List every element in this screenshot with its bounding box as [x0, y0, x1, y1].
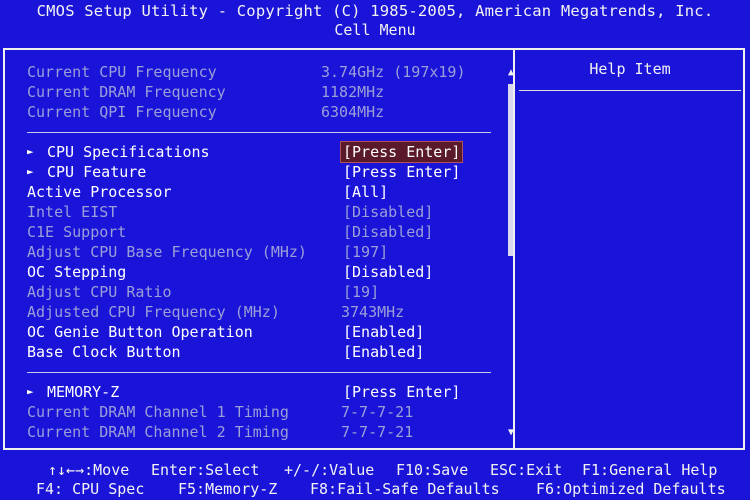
key-hint-f6-optimized-defaults: F6:Optimized Defaults	[536, 480, 726, 498]
setting-row-adjust-cpu-ratio: Adjust CPU Ratio [19]	[27, 282, 497, 302]
setting-label: Active Processor	[27, 183, 172, 201]
setting-label: CPU Feature	[47, 163, 147, 181]
title-bar: CMOS Setup Utility - Copyright (C) 1985-…	[0, 0, 750, 41]
setting-value[interactable]: [Enabled]	[343, 322, 424, 342]
help-panel: Help Item	[517, 50, 743, 448]
setting-value: 7-7-7-21	[341, 423, 414, 441]
setting-row-oc-stepping[interactable]: OC Stepping [Disabled]	[27, 262, 497, 282]
key-hint-f5-memory-z: F5:Memory-Z	[178, 480, 278, 498]
setting-row-current-dram-channel-2-timing: Current DRAM Channel 2 Timing 7-7-7-21	[27, 422, 497, 442]
key-hint-enter-select: Enter:Select	[151, 461, 260, 479]
key-hint-move: ↑↓←→:Move	[48, 461, 130, 479]
scroll-up-arrow-icon[interactable]: ▲	[504, 66, 518, 80]
setting-row-cpu-specifications[interactable]: ► CPU Specifications [Press Enter]	[27, 141, 497, 163]
submenu-arrow-icon: ►	[27, 165, 34, 178]
setting-value[interactable]: [All]	[343, 182, 388, 202]
setting-label: Current DRAM Frequency	[27, 83, 226, 101]
setting-label: Current CPU Frequency	[27, 63, 217, 81]
setting-value: [Disabled]	[343, 223, 434, 241]
help-item-title: Help Item	[589, 60, 671, 78]
setting-row-active-processor[interactable]: Active Processor [All]	[27, 182, 497, 202]
submenu-arrow-icon: ►	[27, 385, 34, 398]
help-divider	[519, 90, 741, 91]
setting-label: Adjust CPU Ratio	[27, 283, 172, 301]
info-row-current-qpi-frequency: Current QPI Frequency 6304MHz	[27, 102, 497, 122]
setting-value: 3743MHz	[341, 303, 405, 321]
scroll-down-arrow-icon[interactable]: ▼	[504, 426, 518, 440]
panel-divider	[513, 50, 515, 448]
setting-row-intel-eist: Intel EIST [Disabled]	[27, 202, 497, 222]
menu-title: Cell Menu	[334, 21, 416, 39]
setting-label: Current DRAM Channel 2 Timing	[27, 423, 289, 441]
setting-label: OC Genie Button Operation	[27, 323, 253, 341]
setting-label: MEMORY-Z	[47, 383, 120, 401]
setting-label: Current DRAM Channel 1 Timing	[27, 403, 289, 421]
setting-value: [197]	[343, 243, 389, 261]
setting-label: C1E Support	[27, 223, 127, 241]
setting-row-current-dram-channel-1-timing: Current DRAM Channel 1 Timing 7-7-7-21	[27, 402, 497, 422]
key-hint-f8-fail-safe-defaults: F8:Fail-Safe Defaults	[310, 480, 500, 498]
app-title: CMOS Setup Utility - Copyright (C) 1985-…	[36, 2, 714, 20]
key-hint-f1-general-help: F1:General Help	[582, 461, 718, 479]
setting-label: Intel EIST	[27, 203, 118, 221]
setting-value[interactable]: [Press Enter]	[343, 382, 460, 402]
key-hint-value: +/-/:Value	[284, 461, 375, 479]
setting-label: Base Clock Button	[27, 343, 181, 361]
setting-label: Current QPI Frequency	[27, 103, 217, 121]
setting-row-memory-z[interactable]: ► MEMORY-Z [Press Enter]	[27, 382, 497, 402]
section-divider	[27, 372, 491, 373]
section-divider	[27, 132, 491, 133]
submenu-arrow-icon: ►	[27, 145, 34, 158]
setting-value[interactable]: [Disabled]	[343, 262, 433, 282]
setting-value: 1182MHz	[321, 83, 385, 101]
setting-row-base-clock-button[interactable]: Base Clock Button [Enabled]	[27, 342, 497, 362]
setting-row-adjust-cpu-base-frequency-mhz: Adjust CPU Base Frequency (MHz) [197]	[27, 242, 497, 262]
setting-value[interactable]: [Enabled]	[343, 342, 424, 362]
setting-row-adjusted-cpu-frequency-mhz: Adjusted CPU Frequency (MHz) 3743MHz	[27, 302, 497, 322]
key-hint-esc-exit: ESC:Exit	[490, 461, 563, 479]
setting-value: [19]	[343, 283, 380, 301]
setting-label: Adjust CPU Base Frequency (MHz)	[27, 243, 307, 261]
setting-value[interactable]: [Press Enter]	[343, 162, 460, 182]
setting-label: Adjusted CPU Frequency (MHz)	[27, 303, 280, 321]
scrollbar[interactable]: ▲ ▼	[504, 66, 518, 440]
setting-value: 7-7-7-21	[341, 403, 414, 421]
key-hint-f10-save: F10:Save	[396, 461, 469, 479]
setting-row-c1e-support: C1E Support [Disabled]	[27, 222, 497, 242]
setting-value: [Disabled]	[343, 203, 434, 221]
setting-value: 6304MHz	[321, 103, 385, 121]
setting-label: OC Stepping	[27, 263, 127, 281]
key-hint-f4-cpu-spec: F4: CPU Spec	[36, 480, 145, 498]
setting-value: 3.74GHz (197x19)	[321, 63, 466, 81]
settings-panel: ▲ ▼ Current CPU Frequency 3.74GHz (197x19…	[15, 52, 515, 446]
key-legend: ↑↓←→:Move Enter:Select +/-/:Value F10:Save E…	[0, 455, 750, 500]
info-row-current-dram-frequency: Current DRAM Frequency 1182MHz	[27, 82, 497, 102]
main-frame: ▲ ▼ Current CPU Frequency 3.74GHz (197x19…	[3, 48, 745, 450]
info-row-current-cpu-frequency: Current CPU Frequency 3.74GHz (197x19)	[27, 62, 497, 82]
setting-row-oc-genie-button-operation[interactable]: OC Genie Button Operation [Enabled]	[27, 322, 497, 342]
setting-label: CPU Specifications	[47, 143, 210, 161]
selected-setting-value[interactable]: [Press Enter]	[339, 141, 464, 163]
setting-row-cpu-feature[interactable]: ► CPU Feature [Press Enter]	[27, 162, 497, 182]
